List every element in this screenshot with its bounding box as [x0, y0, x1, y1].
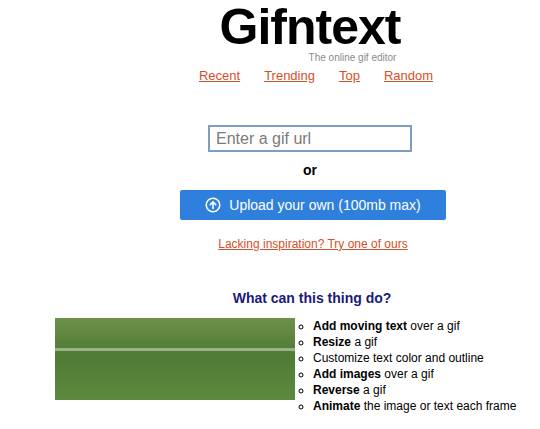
feature-rest: text color and outline: [373, 351, 484, 365]
feature-rest: over a gif: [410, 319, 459, 333]
feature-item: Resize a gif: [313, 334, 516, 350]
nav-link[interactable]: Random: [384, 68, 433, 84]
upload-label: Upload your own (100mb max): [229, 197, 420, 213]
nav-bar: Recent Trending Top Random: [199, 68, 433, 84]
or-separator: or: [303, 162, 317, 178]
demo-gif-image: [55, 318, 295, 400]
features-section: Add moving text over a gifResize a gifCu…: [0, 318, 540, 414]
nav-link[interactable]: Trending: [264, 68, 315, 84]
feature-lead: Reverse: [313, 383, 360, 397]
feature-item: Customize text color and outline: [313, 350, 516, 366]
upload-icon: [205, 197, 221, 213]
feature-lead: Animate: [313, 399, 360, 413]
inspiration-link[interactable]: Lacking inspiration? Try one of ours: [218, 237, 407, 251]
gif-url-input[interactable]: [208, 125, 412, 152]
feature-lead: Add images: [313, 367, 381, 381]
nav-link[interactable]: Recent: [199, 68, 240, 84]
feature-rest: over a gif: [384, 367, 433, 381]
feature-list: Add moving text over a gifResize a gifCu…: [299, 318, 516, 414]
feature-lead: Resize: [313, 335, 351, 349]
nav-link[interactable]: Top: [339, 68, 360, 84]
logo-title[interactable]: Gifntext: [220, 0, 401, 54]
feature-rest: a gif: [363, 383, 386, 397]
feature-lead: Add moving text: [313, 319, 407, 333]
feature-item: Animate the image or text each frame: [313, 398, 516, 414]
page: GifntextThe online gif editor Recent Trend…: [0, 0, 540, 429]
features-heading: What can this thing do?: [233, 290, 392, 306]
logo-tagline: The online gif editor: [309, 52, 397, 63]
feature-item: Add moving text over a gif: [313, 318, 516, 334]
feature-item: Add images over a gif: [313, 366, 516, 382]
upload-button[interactable]: Upload your own (100mb max): [180, 190, 446, 220]
feature-rest: a gif: [354, 335, 377, 349]
feature-rest: the image or text each frame: [364, 399, 517, 413]
feature-lead: Customize: [313, 351, 370, 365]
field-line: [55, 348, 295, 351]
logo[interactable]: GifntextThe online gif editor: [220, 0, 401, 63]
main-column: GifntextThe online gif editor Recent Trend…: [0, 0, 540, 306]
feature-item: Reverse a gif: [313, 382, 516, 398]
